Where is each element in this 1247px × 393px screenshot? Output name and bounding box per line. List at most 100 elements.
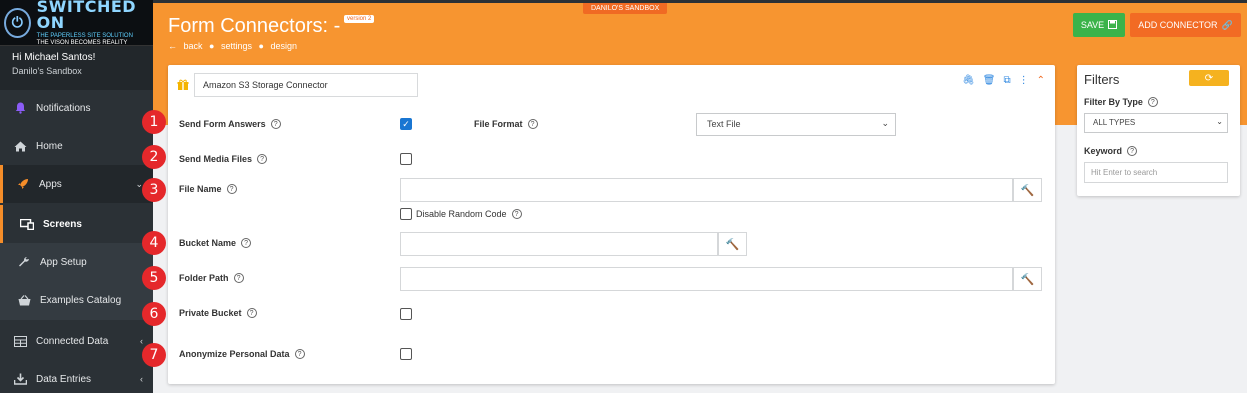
breadcrumb-design[interactable]: design	[271, 41, 298, 51]
sidebar-item-connected-data[interactable]: Connected Data ‹	[0, 322, 153, 360]
user-sandbox: Danilo's Sandbox	[12, 66, 82, 76]
attach-icon[interactable]: 🖇	[962, 75, 975, 86]
step-badge: 1	[142, 110, 166, 134]
more-vert-icon[interactable]: ⋮	[1019, 75, 1029, 86]
label-text: Disable Random Code	[416, 209, 507, 219]
anonymize-label: Anonymize Personal Data ?	[179, 349, 305, 359]
breadcrumb-settings[interactable]: settings	[221, 41, 252, 51]
table-icon	[12, 334, 28, 348]
send-form-answers-checkbox[interactable]: ✓	[400, 118, 412, 130]
link-icon: 🔗	[1221, 19, 1233, 30]
sidebar-item-notifications[interactable]: Notifications	[0, 89, 153, 127]
connector-card: Amazon S3 Storage Connector 🖇 🗑 ⧉ ⋮ ⌃ Se…	[168, 65, 1055, 384]
step-badge: 2	[142, 145, 166, 169]
sidebar-item-app-setup[interactable]: App Setup	[0, 243, 153, 281]
help-icon[interactable]: ?	[270, 119, 281, 129]
bucket-name-label: Bucket Name ?	[179, 238, 252, 248]
filter-by-type-label: Filter By Type ?	[1084, 97, 1158, 107]
disable-random-code-label: Disable Random Code ?	[416, 209, 522, 219]
help-icon[interactable]: ?	[294, 349, 305, 359]
keyword-label: Keyword ?	[1084, 146, 1138, 156]
trash-icon[interactable]: 🗑	[983, 75, 996, 86]
help-icon[interactable]: ?	[511, 209, 522, 219]
chevron-left-icon: ‹	[140, 374, 143, 384]
help-icon[interactable]: ?	[1127, 146, 1138, 156]
sidebar-item-label: Home	[36, 140, 63, 152]
help-icon[interactable]: ?	[1147, 97, 1158, 107]
filter-type-value: ALL TYPES	[1093, 118, 1136, 127]
user-info: Hi Michael Santos! Danilo's Sandbox	[0, 46, 153, 90]
step-badge: 3	[142, 178, 166, 202]
label-text: Keyword	[1084, 146, 1123, 156]
sidebar-item-data-entries[interactable]: Data Entries ‹	[0, 360, 153, 393]
bell-icon	[12, 101, 28, 115]
sidebar-item-apps[interactable]: Apps ⌄	[0, 165, 153, 203]
file-format-select[interactable]: Text File ⌄	[696, 113, 896, 136]
file-name-label: File Name ?	[179, 184, 237, 194]
help-icon[interactable]: ?	[226, 184, 237, 194]
wrench-icon	[16, 255, 32, 269]
help-icon[interactable]: ?	[241, 238, 252, 248]
help-icon[interactable]: ?	[257, 154, 268, 164]
save-label: SAVE	[1080, 20, 1105, 30]
keyword-search-input[interactable]: Hit Enter to search	[1084, 162, 1228, 183]
folder-path-label: Folder Path ?	[179, 273, 244, 283]
sidebar-item-label: App Setup	[40, 256, 87, 268]
label-text: Send Media Files	[179, 154, 253, 164]
filter-by-type-select[interactable]: ALL TYPES ⌄	[1084, 113, 1228, 133]
chevron-down-icon: ⌄	[1216, 117, 1223, 126]
private-bucket-checkbox[interactable]	[400, 308, 412, 320]
connector-name-input[interactable]: Amazon S3 Storage Connector	[194, 73, 418, 97]
breadcrumb-back[interactable]: back	[184, 41, 203, 51]
power-icon: ⏻	[4, 7, 31, 38]
send-media-files-label: Send Media Files ?	[179, 154, 268, 164]
page-title: Form Connectors: -	[168, 15, 341, 37]
help-icon[interactable]: ?	[527, 119, 538, 129]
chevron-up-icon[interactable]: ⌃	[1037, 75, 1045, 86]
sidebar-item-examples-catalog[interactable]: Examples Catalog	[0, 281, 153, 319]
sidebar-item-label: Data Entries	[36, 373, 92, 385]
user-greeting: Hi Michael Santos!	[12, 52, 96, 63]
logo[interactable]: ⏻ SWITCHED ON THE PAPERLESS SITE SOLUTIO…	[0, 0, 153, 46]
sidebar-item-label: Screens	[43, 218, 82, 230]
hammer-icon[interactable]: 🔨	[1013, 267, 1042, 291]
sandbox-tag: DANILO'S SANDBOX	[583, 3, 668, 14]
hammer-icon[interactable]: 🔨	[718, 232, 747, 256]
back-arrow-icon[interactable]: ←	[168, 41, 177, 51]
chevron-down-icon: ⌄	[881, 118, 889, 128]
refresh-icon: ⟳	[1204, 72, 1214, 84]
folder-path-input[interactable]	[400, 267, 1013, 291]
help-icon[interactable]: ?	[233, 273, 244, 283]
filters-panel: Filters ⟳ Filter By Type ? ALL TYPES ⌄ K…	[1077, 65, 1240, 196]
add-connector-button[interactable]: ADD CONNECTOR 🔗	[1130, 13, 1241, 37]
sidebar-item-label: Connected Data	[36, 335, 109, 347]
label-text: File Format	[474, 119, 523, 129]
anonymize-checkbox[interactable]	[400, 348, 412, 360]
send-media-files-checkbox[interactable]	[400, 153, 412, 165]
sidebar-item-home[interactable]: Home	[0, 127, 153, 165]
sidebar-item-screens[interactable]: Screens	[0, 205, 153, 243]
private-bucket-label: Private Bucket ?	[179, 308, 257, 318]
save-button[interactable]: SAVE	[1073, 13, 1125, 37]
step-badge: 7	[142, 343, 166, 367]
file-name-input[interactable]	[400, 178, 1013, 202]
step-badge: 4	[142, 231, 166, 255]
download-icon	[12, 372, 28, 386]
label-text: Folder Path	[179, 273, 229, 283]
add-connector-label: ADD CONNECTOR	[1138, 20, 1218, 30]
copy-icon[interactable]: ⧉	[1003, 75, 1010, 86]
label-text: Bucket Name	[179, 238, 237, 248]
disable-random-code-checkbox[interactable]	[400, 208, 412, 220]
step-badge: 5	[142, 266, 166, 290]
rocket-icon	[15, 177, 31, 191]
label-text: Filter By Type	[1084, 97, 1143, 107]
home-icon	[12, 139, 28, 153]
refresh-button[interactable]: ⟳	[1189, 70, 1229, 86]
hammer-icon[interactable]: 🔨	[1013, 178, 1042, 202]
send-form-answers-label: Send Form Answers ?	[179, 119, 281, 129]
help-icon[interactable]: ?	[246, 308, 257, 318]
version-badge: version 2	[344, 15, 375, 23]
label-text: File Name	[179, 184, 222, 194]
bucket-name-input[interactable]	[400, 232, 718, 256]
breadcrumb-separator: ●	[258, 41, 264, 51]
